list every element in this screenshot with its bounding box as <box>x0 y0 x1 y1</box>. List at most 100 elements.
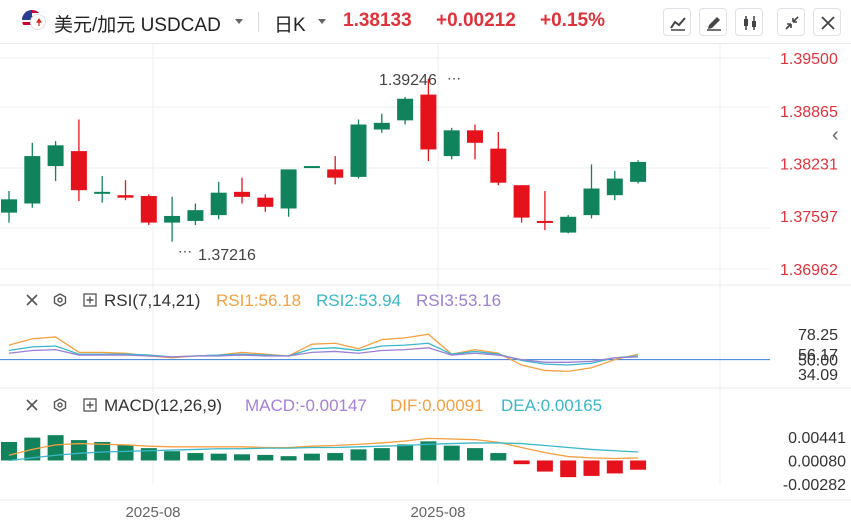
macd-bar <box>536 460 553 472</box>
candle-body <box>397 98 414 121</box>
rsi1-line <box>8 333 639 373</box>
candle-body <box>350 124 367 177</box>
expand-indicator-icon[interactable] <box>83 293 97 307</box>
low-annotation-dots: ⋯ <box>178 243 192 259</box>
macd-bar <box>257 454 274 461</box>
y-tick-label: 1.38231 <box>780 157 838 174</box>
hide-indicator-icon[interactable] <box>25 293 39 307</box>
candle-body <box>210 192 227 216</box>
candle-body <box>303 166 320 169</box>
shrink-icon[interactable] <box>777 8 805 36</box>
macd-bar <box>513 460 530 465</box>
candle-body <box>513 185 530 218</box>
macd-bar <box>117 445 134 461</box>
canada-flag-icon <box>30 14 46 30</box>
macd-series <box>1 435 647 478</box>
candle-body <box>234 191 250 197</box>
macd-bar <box>630 460 647 470</box>
candle-body <box>467 130 483 143</box>
close-icon[interactable] <box>813 8 841 36</box>
macd-bar <box>373 448 390 461</box>
x-axis-label: 2025-08 <box>410 504 465 521</box>
current-price: 1.38133 <box>343 10 412 31</box>
y-tick-label: 1.38865 <box>780 104 838 121</box>
candle-body <box>583 188 600 216</box>
x-axis-label: 2025-08 <box>125 504 180 521</box>
candle-body <box>24 156 41 204</box>
rsi-title: RSI(7,14,21) <box>104 291 201 310</box>
candle-body <box>117 195 134 198</box>
macd-bar <box>280 456 297 461</box>
candle-body <box>187 210 204 221</box>
candle-body <box>140 196 157 223</box>
symbol-selector[interactable]: 美元/加元 USDCAD <box>54 10 221 37</box>
macd-bar <box>187 453 204 461</box>
macd-bar <box>583 460 600 476</box>
macd-value: MACD:-0.00147 <box>245 396 367 415</box>
macd-bar <box>350 449 367 461</box>
rsi1-value: RSI1:56.18 <box>216 291 302 310</box>
rsi-y-tick: 78.25 <box>798 327 838 344</box>
line-chart-icon[interactable] <box>663 8 691 36</box>
rsi3-value: RSI3:53.16 <box>416 291 502 310</box>
main-y-axis: 1.39500 1.38865 1.38231 1.37597 1.36962 ⋯ ⋯ <box>178 51 838 279</box>
period-selector[interactable]: 日K <box>274 10 306 37</box>
candle-body <box>420 94 437 150</box>
high-annotation-dots: ⋯ <box>447 70 461 86</box>
candle-body <box>1 199 17 213</box>
dea-value: DEA:0.00165 <box>501 396 603 415</box>
macd-bar <box>47 435 64 461</box>
price-change: +0.00212 <box>436 10 516 31</box>
macd-bar <box>490 453 507 461</box>
candlestick-icon[interactable] <box>735 8 763 36</box>
candle-body <box>490 148 507 183</box>
grid <box>0 44 770 484</box>
draw-icon[interactable] <box>699 8 727 36</box>
macd-bar <box>210 453 227 461</box>
macd-bar <box>560 460 577 478</box>
macd-bar <box>164 451 181 461</box>
macd-y-axis: 0.00441 0.00080 -0.00282 <box>783 430 846 494</box>
candle-body <box>280 169 297 209</box>
macd-y-tick: 0.00080 <box>788 453 846 470</box>
low-annotation: 1.37216 <box>198 247 256 264</box>
divider <box>258 12 259 32</box>
high-annotation: 1.39246 <box>379 72 437 89</box>
symbol-dropdown-icon[interactable] <box>235 19 243 24</box>
macd-title: MACD(12,26,9) <box>104 396 223 415</box>
period-dropdown-icon[interactable] <box>318 19 326 24</box>
candle-body <box>373 122 390 130</box>
macd-bar <box>443 445 460 461</box>
macd-bar <box>1 441 17 461</box>
candle-body <box>70 151 87 191</box>
price-change-percent: +0.15% <box>540 10 605 31</box>
settings-icon[interactable] <box>53 293 67 307</box>
rsi2-value: RSI2:53.94 <box>316 291 402 310</box>
rsi-series <box>0 333 770 373</box>
macd-y-tick: -0.00282 <box>783 477 846 494</box>
candle-body <box>327 169 344 178</box>
expand-indicator-icon[interactable] <box>83 398 97 412</box>
macd-y-tick: 0.00441 <box>788 430 846 447</box>
candle-body <box>606 178 623 196</box>
candle-body <box>164 215 181 223</box>
rsi-y-axis: 78.2556.1750.0034.09 <box>798 327 838 384</box>
macd-bar <box>397 444 414 461</box>
chart-header: 美元/加元 USDCAD 日K 1.38133 +0.00212 +0.15% <box>0 0 851 44</box>
candle-body <box>630 161 647 182</box>
candle-body <box>560 216 577 233</box>
macd-bar <box>303 453 320 461</box>
symbol-code: USDCAD <box>140 15 221 36</box>
candle-body <box>94 191 111 194</box>
rsi3-line <box>8 347 639 363</box>
y-tick-label: 1.37597 <box>780 209 838 226</box>
candle-body <box>257 197 274 207</box>
macd-bar <box>606 460 623 474</box>
hide-indicator-icon[interactable] <box>25 398 39 412</box>
chart-area: 1.39500 1.38865 1.38231 1.37597 1.36962 ⋯ ⋯ 78… <box>0 44 851 521</box>
macd-bar <box>327 453 344 461</box>
macd-bar <box>234 454 250 461</box>
rsi-y-tick: 34.09 <box>798 367 838 384</box>
y-tick-label: 1.39500 <box>780 51 838 68</box>
settings-icon[interactable] <box>53 398 67 412</box>
